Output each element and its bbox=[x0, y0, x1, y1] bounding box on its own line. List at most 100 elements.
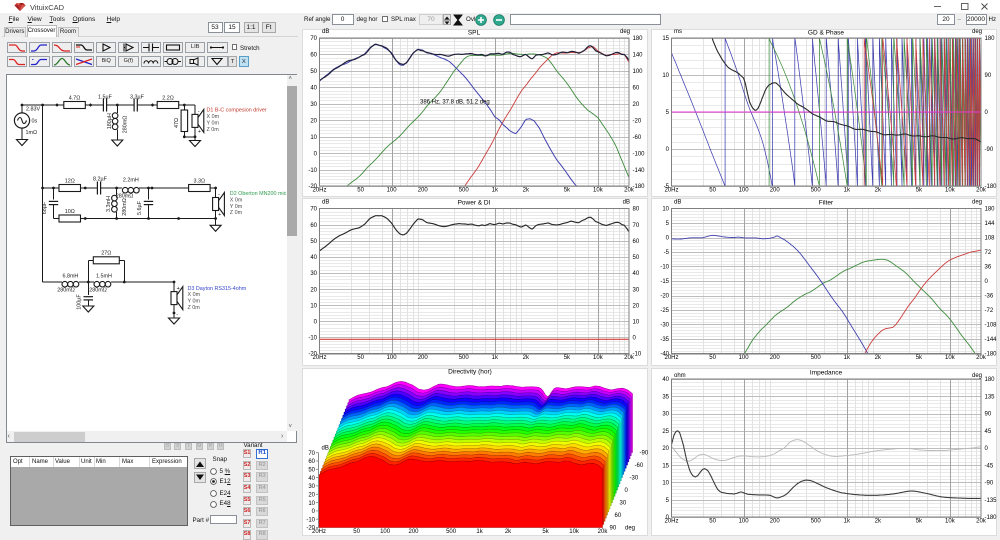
svg-text:5: 5 bbox=[666, 110, 670, 116]
svg-text:20: 20 bbox=[310, 287, 317, 293]
svg-text:-180: -180 bbox=[985, 515, 998, 521]
svg-text:10: 10 bbox=[310, 135, 317, 141]
svg-text:0: 0 bbox=[314, 151, 318, 157]
svg-text:10k: 10k bbox=[593, 188, 604, 194]
svg-text:100: 100 bbox=[633, 69, 644, 75]
svg-text:5k: 5k bbox=[542, 529, 549, 535]
svg-text:1k: 1k bbox=[476, 529, 483, 535]
svg-text:-10: -10 bbox=[633, 352, 642, 358]
svg-text:135: 135 bbox=[985, 394, 996, 400]
svg-text:-140: -140 bbox=[633, 168, 646, 174]
svg-text:140: 140 bbox=[633, 53, 644, 59]
svg-text:100: 100 bbox=[739, 519, 750, 525]
svg-text:deg: deg bbox=[620, 29, 630, 35]
svg-text:0: 0 bbox=[985, 110, 989, 116]
svg-text:-10: -10 bbox=[308, 168, 317, 174]
svg-text:-60: -60 bbox=[633, 135, 642, 141]
svg-text:SPL: SPL bbox=[468, 30, 481, 37]
svg-text:-108: -108 bbox=[985, 323, 998, 329]
svg-text:-135: -135 bbox=[985, 498, 998, 504]
svg-text:90: 90 bbox=[985, 412, 992, 418]
svg-text:20Hz: 20Hz bbox=[312, 529, 326, 535]
svg-text:5k: 5k bbox=[564, 355, 571, 361]
svg-text:50: 50 bbox=[357, 188, 364, 194]
svg-text:-15: -15 bbox=[660, 279, 669, 285]
svg-text:dB: dB bbox=[623, 200, 630, 206]
svg-text:50: 50 bbox=[709, 188, 716, 194]
svg-text:Filter: Filter bbox=[819, 200, 834, 207]
svg-text:100: 100 bbox=[739, 188, 750, 194]
svg-text:180: 180 bbox=[985, 36, 996, 42]
svg-text:100: 100 bbox=[387, 355, 398, 361]
svg-text:dB: dB bbox=[674, 200, 681, 206]
svg-text:0: 0 bbox=[985, 446, 989, 452]
svg-text:100: 100 bbox=[387, 188, 398, 194]
svg-text:500: 500 bbox=[446, 529, 457, 535]
svg-text:25: 25 bbox=[662, 429, 669, 435]
svg-text:180: 180 bbox=[985, 377, 996, 383]
svg-text:60: 60 bbox=[633, 86, 640, 92]
svg-text:36: 36 bbox=[985, 265, 992, 271]
svg-text:100: 100 bbox=[739, 355, 750, 361]
svg-text:1k: 1k bbox=[492, 188, 499, 194]
svg-text:60: 60 bbox=[633, 239, 640, 245]
svg-text:72: 72 bbox=[985, 250, 992, 256]
svg-text:2k: 2k bbox=[875, 188, 882, 194]
svg-text:-40: -40 bbox=[660, 352, 669, 358]
svg-text:-10: -10 bbox=[306, 517, 315, 523]
svg-text:-36: -36 bbox=[985, 294, 994, 300]
svg-text:50: 50 bbox=[709, 519, 716, 525]
svg-text:-10: -10 bbox=[308, 336, 317, 342]
svg-text:-20: -20 bbox=[308, 352, 317, 358]
svg-text:-90: -90 bbox=[985, 147, 994, 153]
svg-text:40: 40 bbox=[308, 476, 315, 482]
svg-text:-20: -20 bbox=[308, 184, 317, 190]
svg-text:0: 0 bbox=[625, 488, 629, 494]
svg-text:1k: 1k bbox=[844, 519, 851, 525]
svg-text:1k: 1k bbox=[492, 355, 499, 361]
svg-text:20: 20 bbox=[310, 118, 317, 124]
svg-text:90: 90 bbox=[985, 73, 992, 79]
svg-text:5k: 5k bbox=[564, 188, 571, 194]
svg-text:ms: ms bbox=[674, 29, 682, 35]
svg-text:70: 70 bbox=[310, 36, 317, 42]
svg-text:50: 50 bbox=[308, 468, 315, 474]
svg-text:Power & DI: Power & DI bbox=[458, 200, 491, 207]
svg-text:500: 500 bbox=[811, 355, 822, 361]
svg-text:2k: 2k bbox=[523, 355, 530, 361]
svg-text:20: 20 bbox=[308, 493, 315, 499]
svg-text:-45: -45 bbox=[985, 463, 994, 469]
svg-text:-100: -100 bbox=[633, 151, 646, 157]
svg-text:ohm: ohm bbox=[674, 373, 686, 379]
svg-text:-10: -10 bbox=[660, 265, 669, 271]
svg-text:100: 100 bbox=[380, 529, 391, 535]
svg-text:2k: 2k bbox=[505, 529, 512, 535]
svg-text:Directivity (hor): Directivity (hor) bbox=[448, 369, 492, 376]
svg-text:60: 60 bbox=[615, 513, 622, 519]
svg-text:2k: 2k bbox=[523, 188, 530, 194]
svg-text:80: 80 bbox=[633, 207, 640, 213]
svg-text:-180: -180 bbox=[985, 352, 998, 358]
svg-text:dB: dB bbox=[322, 446, 329, 452]
svg-text:5: 5 bbox=[666, 221, 670, 227]
svg-text:0: 0 bbox=[633, 336, 637, 342]
svg-text:15: 15 bbox=[662, 463, 669, 469]
svg-text:200: 200 bbox=[770, 188, 781, 194]
svg-text:5: 5 bbox=[666, 498, 670, 504]
svg-text:Impedance: Impedance bbox=[810, 370, 843, 377]
svg-text:200: 200 bbox=[770, 519, 781, 525]
svg-text:45: 45 bbox=[985, 429, 992, 435]
svg-text:-90: -90 bbox=[985, 481, 994, 487]
svg-text:200: 200 bbox=[418, 355, 429, 361]
svg-text:500: 500 bbox=[811, 519, 822, 525]
svg-text:20: 20 bbox=[662, 446, 669, 452]
svg-text:20k: 20k bbox=[598, 529, 609, 535]
svg-text:50: 50 bbox=[357, 355, 364, 361]
svg-text:10: 10 bbox=[662, 73, 669, 79]
svg-text:deg: deg bbox=[972, 373, 982, 379]
svg-text:10k: 10k bbox=[945, 519, 956, 525]
svg-text:dB: dB bbox=[322, 200, 329, 206]
svg-text:10: 10 bbox=[310, 303, 317, 309]
svg-text:35: 35 bbox=[662, 394, 669, 400]
svg-text:108: 108 bbox=[985, 236, 996, 242]
